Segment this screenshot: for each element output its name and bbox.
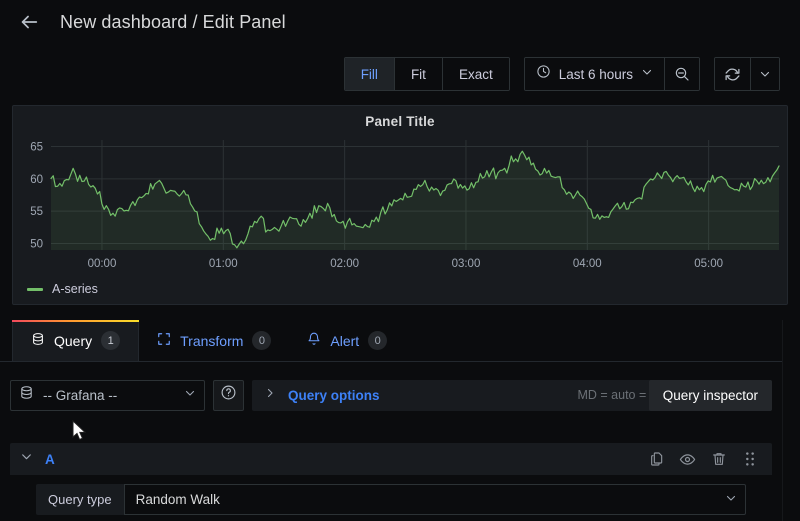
svg-text:60: 60	[30, 174, 43, 186]
size-mode-fit[interactable]: Fit	[394, 58, 443, 90]
edit-panel-page: New dashboard / Edit Panel Fill Fit Exac…	[0, 0, 800, 521]
back-arrow-icon[interactable]	[14, 7, 44, 37]
svg-text:04:00: 04:00	[573, 258, 602, 270]
chevron-down-icon	[184, 386, 196, 404]
query-action-buttons	[648, 451, 764, 468]
time-range-label: Last 6 hours	[558, 66, 633, 82]
tab-alert-badge: 0	[368, 331, 388, 350]
bell-icon	[307, 332, 321, 349]
legend-series-label[interactable]: A-series	[52, 282, 98, 296]
tab-query-label: Query	[54, 332, 93, 349]
time-range-picker[interactable]: Last 6 hours	[524, 58, 665, 90]
query-ref-id[interactable]: A	[45, 452, 55, 467]
query-inspector-button[interactable]: Query inspector	[648, 379, 772, 411]
svg-text:05:00: 05:00	[694, 258, 723, 270]
chevron-down-icon	[641, 65, 653, 83]
refresh-interval-chevron-icon[interactable]	[751, 58, 779, 90]
visualization-panel: Panel Title 50 55 60 65 00:00 01:00 02:00 03:00…	[12, 105, 788, 305]
tab-transform-label: Transform	[180, 332, 244, 349]
help-circle-icon	[220, 384, 237, 406]
query-type-select[interactable]: Random Walk	[123, 484, 746, 515]
query-options-label: Query options	[288, 387, 380, 403]
panel-title: Panel Title	[365, 114, 435, 129]
tab-transform[interactable]: Transform 0	[139, 320, 289, 361]
collapse-query-icon[interactable]	[20, 450, 33, 468]
svg-text:02:00: 02:00	[330, 258, 359, 270]
database-icon	[19, 385, 34, 405]
time-range-group: Last 6 hours	[523, 57, 700, 91]
toggle-visibility-icon[interactable]	[679, 451, 696, 468]
chart-svg: 50 55 60 65 00:00 01:00 02:00 03:00 04:00 05:00	[30, 140, 780, 270]
clock-icon	[536, 64, 551, 84]
chart-legend: A-series	[27, 282, 98, 296]
size-mode-fill[interactable]: Fill	[344, 58, 395, 90]
editor-tab-bar: Query 1 Transform 0 Alert 0	[0, 320, 782, 362]
duplicate-query-icon[interactable]	[648, 451, 665, 468]
query-type-value: Random Walk	[135, 492, 220, 507]
page-header: New dashboard / Edit Panel	[0, 0, 800, 44]
query-options-row: -- Grafana -- Query options MD = auto = …	[0, 377, 782, 413]
svg-text:50: 50	[30, 239, 43, 251]
datasource-picker[interactable]: -- Grafana --	[10, 379, 205, 411]
mouse-cursor	[72, 420, 87, 441]
zoom-out-icon[interactable]	[665, 58, 699, 90]
time-series-chart[interactable]: 50 55 60 65 00:00 01:00 02:00 03:00 04:00 05:00	[13, 132, 787, 277]
query-editor-body: Query type Random Walk	[10, 478, 772, 521]
query-options-toggle[interactable]: Query options	[264, 386, 380, 404]
tab-query[interactable]: Query 1	[12, 320, 140, 361]
refresh-group	[714, 57, 780, 91]
svg-text:00:00: 00:00	[88, 258, 117, 270]
query-type-label: Query type	[36, 484, 124, 515]
size-mode-group: Fill Fit Exact	[343, 57, 510, 91]
svg-text:03:00: 03:00	[452, 258, 481, 270]
svg-text:65: 65	[30, 141, 43, 153]
chevron-right-icon	[264, 386, 276, 404]
transform-icon	[157, 332, 171, 349]
chevron-down-icon	[725, 491, 737, 509]
tab-alert[interactable]: Alert 0	[289, 320, 405, 361]
tab-transform-badge: 0	[252, 331, 272, 350]
tab-alert-label: Alert	[330, 332, 360, 349]
refresh-icon[interactable]	[715, 58, 751, 90]
editor-scrollbar[interactable]	[782, 320, 800, 521]
datasource-help-button[interactable]	[213, 379, 244, 411]
size-mode-exact[interactable]: Exact	[442, 58, 509, 90]
query-row-header: A	[10, 443, 772, 475]
delete-query-icon[interactable]	[710, 451, 727, 468]
datasource-name: -- Grafana --	[43, 387, 118, 403]
panel-toolbar: Fill Fit Exact Last 6 hours	[343, 57, 780, 91]
tab-query-badge: 1	[101, 331, 121, 350]
svg-text:55: 55	[30, 206, 43, 218]
database-icon	[31, 332, 45, 349]
svg-text:01:00: 01:00	[209, 258, 238, 270]
drag-handle-icon[interactable]	[741, 451, 758, 468]
page-title: New dashboard / Edit Panel	[60, 11, 286, 32]
legend-color-swatch	[27, 287, 43, 291]
